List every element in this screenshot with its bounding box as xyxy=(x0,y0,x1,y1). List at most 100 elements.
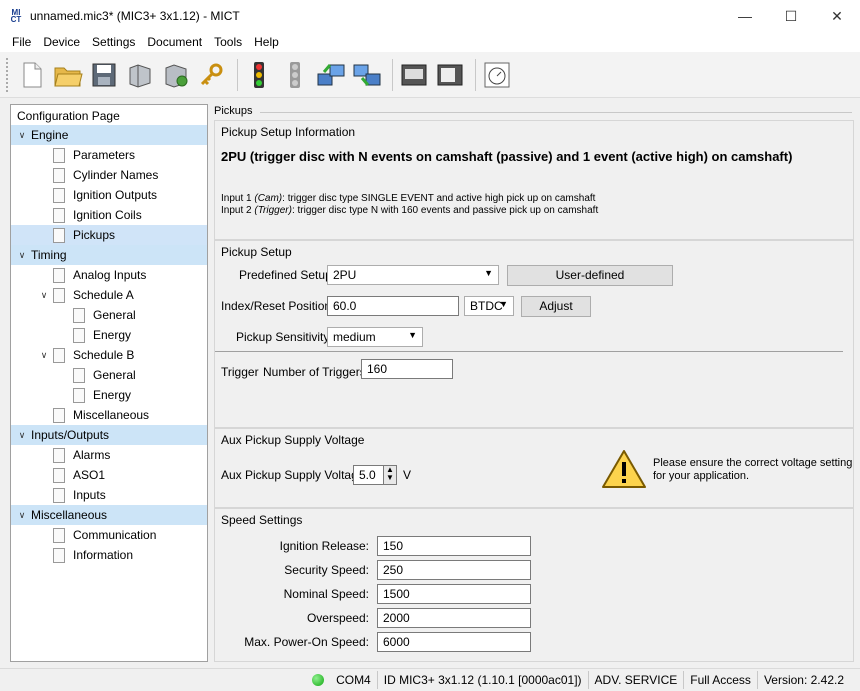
open-folder-icon[interactable] xyxy=(52,59,84,91)
transfer-up-icon[interactable] xyxy=(315,59,347,91)
tree-item-inputs[interactable]: Inputs xyxy=(11,485,207,505)
configuration-tree: ∨ Engine Parameters Cylinder Names Ignition … xyxy=(11,125,207,565)
new-document-icon[interactable] xyxy=(16,59,48,91)
chevron-down-icon[interactable]: ∨ xyxy=(17,130,27,141)
folder-document-icon xyxy=(53,347,65,363)
predefined-setup-select[interactable]: 2PU ▼ xyxy=(327,265,499,285)
maximize-button[interactable]: ☐ xyxy=(768,0,814,32)
group-title: Pickup Setup xyxy=(221,245,292,259)
ignition-release-input[interactable]: 150 xyxy=(377,536,531,556)
input1-prefix: Input 1 xyxy=(221,193,255,204)
group-title: Pickup Setup Information xyxy=(221,125,356,139)
menu-tools[interactable]: Tools xyxy=(208,35,248,49)
index-reset-position-input[interactable]: 60.0 xyxy=(327,296,459,316)
document-icon xyxy=(73,307,85,323)
document-icon xyxy=(53,267,65,283)
tree-item-general[interactable]: General xyxy=(11,365,207,385)
traffic-light-icon[interactable] xyxy=(243,59,275,91)
tree-item-miscellaneous[interactable]: ∨ Miscellaneous xyxy=(11,505,207,525)
aux-voltage-label: Aux Pickup Supply Voltage: xyxy=(221,468,368,482)
aux-voltage-input[interactable]: 5.0 xyxy=(353,465,383,485)
tree-item-miscellaneous[interactable]: Miscellaneous xyxy=(11,405,207,425)
number-of-triggers-input[interactable]: 160 xyxy=(361,359,453,379)
max-power-on-speed-input[interactable]: 6000 xyxy=(377,632,531,652)
aux-voltage-unit: V xyxy=(403,468,412,482)
gauge-icon[interactable] xyxy=(481,59,513,91)
close-button[interactable]: ✕ xyxy=(814,0,860,32)
document-icon xyxy=(53,487,65,503)
aux-pickup-supply-voltage-group: Aux Pickup Supply Voltage Aux Pickup Sup… xyxy=(214,428,854,508)
predefined-setup-value: 2PU xyxy=(333,268,357,282)
toolbar-grip[interactable] xyxy=(6,57,10,92)
tree-item-label: Inputs/Outputs xyxy=(31,428,110,442)
toolbar xyxy=(0,52,860,98)
stepper-down-icon[interactable]: ▼ xyxy=(384,474,396,482)
traffic-light-off-icon[interactable] xyxy=(279,59,311,91)
minimize-button[interactable]: — xyxy=(722,0,768,32)
tree-item-label: Miscellaneous xyxy=(73,408,150,422)
document-icon xyxy=(73,387,85,403)
tree-item-schedule-a[interactable]: ∨ Schedule A xyxy=(11,285,207,305)
connection-status-icon xyxy=(312,674,325,686)
tree-item-alarms[interactable]: Alarms xyxy=(11,445,207,465)
tree-item-label: Ignition Outputs xyxy=(73,188,158,202)
tree-item-parameters[interactable]: Parameters xyxy=(11,145,207,165)
index-unit-select[interactable]: BTDC ▼ xyxy=(464,296,514,316)
tree-item-communication[interactable]: Communication xyxy=(11,525,207,545)
chevron-down-icon[interactable]: ∨ xyxy=(39,290,49,301)
aux-voltage-stepper[interactable]: ▲ ▼ xyxy=(383,465,397,485)
adjust-button[interactable]: Adjust xyxy=(521,296,591,317)
chevron-down-icon[interactable]: ∨ xyxy=(17,510,27,521)
tree-item-ignition-coils[interactable]: Ignition Coils xyxy=(11,205,207,225)
tree-item-energy[interactable]: Energy xyxy=(11,325,207,345)
ignition-release-label: Ignition Release: xyxy=(279,539,369,553)
status-device-id: ID MIC3+ 3x1.12 (1.10.1 [0000ac01]) xyxy=(376,671,588,689)
security-speed-input[interactable]: 250 xyxy=(377,560,531,580)
tree-item-ignition-outputs[interactable]: Ignition Outputs xyxy=(11,185,207,205)
tree-item-energy[interactable]: Energy xyxy=(11,385,207,405)
index-reset-position-label: Index/Reset Position: xyxy=(221,299,335,313)
input1-description: Input 1 (Cam): trigger disc type SINGLE … xyxy=(221,193,595,204)
menu-device[interactable]: Device xyxy=(37,35,86,49)
tree-item-information[interactable]: Information xyxy=(11,545,207,565)
menu-settings[interactable]: Settings xyxy=(86,35,141,49)
save-icon[interactable] xyxy=(88,59,120,91)
nominal-speed-input[interactable]: 1500 xyxy=(377,584,531,604)
user-defined-button[interactable]: User-defined xyxy=(507,265,673,286)
tree-item-label: General xyxy=(93,368,136,382)
input1-text: : trigger disc type SINGLE EVENT and act… xyxy=(282,193,596,204)
chevron-down-icon[interactable]: ∨ xyxy=(17,430,27,441)
tree-item-aso1[interactable]: ASO1 xyxy=(11,465,207,485)
input2-tag: (Trigger) xyxy=(254,205,292,216)
overspeed-input[interactable]: 2000 xyxy=(377,608,531,628)
transfer-down-icon[interactable] xyxy=(351,59,383,91)
tree-item-pickups[interactable]: Pickups xyxy=(11,225,207,245)
monitor-icon[interactable] xyxy=(398,59,430,91)
tree-item-engine[interactable]: ∨ Engine xyxy=(11,125,207,145)
chevron-down-icon: ▼ xyxy=(484,268,493,278)
document-icon xyxy=(53,207,65,223)
tree-item-timing[interactable]: ∨ Timing xyxy=(11,245,207,265)
device-icon[interactable] xyxy=(124,59,156,91)
chevron-down-icon[interactable]: ∨ xyxy=(17,250,27,261)
tree-item-general[interactable]: General xyxy=(11,305,207,325)
tree-item-cylinder-names[interactable]: Cylinder Names xyxy=(11,165,207,185)
document-icon xyxy=(53,147,65,163)
setup-heading: 2PU (trigger disc with N events on camsh… xyxy=(221,149,793,164)
document-icon xyxy=(53,467,65,483)
device-settings-icon[interactable] xyxy=(160,59,192,91)
tree-item-analog-inputs[interactable]: Analog Inputs xyxy=(11,265,207,285)
menu-file[interactable]: File xyxy=(6,35,37,49)
chevron-down-icon[interactable]: ∨ xyxy=(39,350,49,361)
app-logo-icon: MI CT xyxy=(10,8,22,24)
screen-icon[interactable] xyxy=(434,59,466,91)
tree-item-inputs-outputs[interactable]: ∨ Inputs/Outputs xyxy=(11,425,207,445)
pickup-sensitivity-select[interactable]: medium ▼ xyxy=(327,327,423,347)
tree-item-schedule-b[interactable]: ∨ Schedule B xyxy=(11,345,207,365)
tree-item-label: Energy xyxy=(93,328,132,342)
key-icon[interactable] xyxy=(196,59,228,91)
overspeed-label: Overspeed: xyxy=(306,611,369,625)
tree-item-label: Schedule A xyxy=(73,288,134,302)
menu-document[interactable]: Document xyxy=(141,35,208,49)
menu-help[interactable]: Help xyxy=(248,35,285,49)
